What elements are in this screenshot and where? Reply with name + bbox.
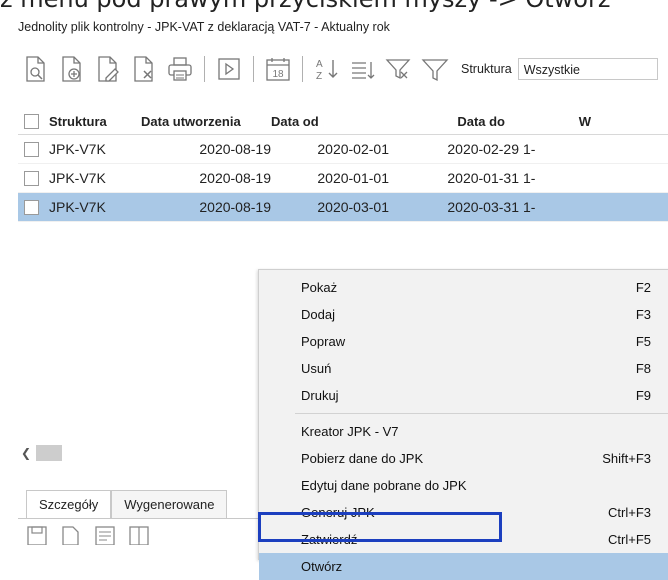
add-doc-icon[interactable] [54, 52, 90, 86]
document-icon[interactable] [60, 525, 82, 545]
toolbar-separator [204, 56, 205, 82]
cell-created: 2020-08-19 [199, 199, 271, 215]
menu-item-shortcut: F2 [635, 280, 651, 295]
instruction-caption: z menu pod prawym przyciskiem myszy -> O… [0, 0, 668, 14]
menu-item-shortcut: F9 [635, 388, 651, 403]
cell-w: 1- [523, 199, 536, 215]
layout-icon[interactable] [128, 525, 150, 545]
structure-label: Struktura [461, 62, 512, 76]
menu-item-shortcut: Ctrl+F3 [608, 505, 651, 520]
menu-item-label: Dodaj [301, 307, 335, 322]
delete-doc-icon[interactable] [126, 52, 162, 86]
menu-item-delete[interactable]: Usuń F8 [259, 355, 668, 382]
structure-select[interactable]: Wszystkie [517, 58, 658, 80]
window-title: Jednolity plik kontrolny - JPK-VAT z dek… [18, 20, 390, 34]
menu-item-shortcut: Ctrl+F5 [608, 532, 651, 547]
menu-item-print[interactable]: Drukuj F9 [259, 382, 668, 409]
cell-to: 2020-02-29 [447, 141, 519, 157]
menu-item-label: Pokaż [301, 280, 338, 295]
cell-w: 1- [523, 170, 536, 186]
preview-doc-icon[interactable] [18, 52, 54, 86]
scroll-left-icon[interactable]: ❮ [18, 446, 34, 460]
menu-item-label: Popraw [301, 334, 346, 349]
toolbar: 18 AZ Struktura Wszystkie [18, 52, 668, 86]
toolbar-separator [253, 56, 254, 82]
menu-item-open[interactable]: Otwórz [259, 553, 668, 580]
play-icon[interactable] [211, 52, 247, 86]
menu-item-edit[interactable]: Popraw F5 [259, 328, 668, 355]
cell-created: 2020-08-19 [199, 141, 271, 157]
header-created[interactable]: Data utworzenia [141, 114, 271, 129]
cell-from: 2020-02-01 [317, 141, 389, 157]
sort-az-icon[interactable]: AZ [309, 52, 345, 86]
grid-header: Struktura Data utworzenia Data od Data d… [18, 108, 668, 135]
cell-structure: JPK-V7K [49, 199, 106, 215]
cell-w: 1- [523, 141, 536, 157]
menu-item-label: Kreator JPK - V7 [301, 424, 399, 439]
jpk-grid: Struktura Data utworzenia Data od Data d… [18, 108, 668, 222]
edit-doc-icon[interactable] [90, 52, 126, 86]
save-icon[interactable] [26, 525, 48, 545]
menu-item-shortcut: F5 [635, 334, 651, 349]
header-to[interactable]: Data do [331, 114, 531, 129]
header-structure[interactable]: Struktura [49, 114, 141, 129]
report-icon[interactable] [94, 525, 116, 545]
row-checkbox[interactable] [24, 170, 39, 186]
cell-to: 2020-03-31 [447, 199, 519, 215]
row-checkbox[interactable] [24, 141, 39, 157]
detail-tabs: Szczegóły Wygenerowane [26, 488, 228, 518]
table-row[interactable]: JPK-V7K 2020-08-19 2020-02-01 2020-02-29… [18, 135, 668, 164]
menu-item-edit-fetched-data[interactable]: Edytuj dane pobrane do JPK [259, 472, 668, 499]
tab-details[interactable]: Szczegóły [26, 490, 112, 518]
menu-separator [295, 413, 668, 414]
menu-item-fetch-data[interactable]: Pobierz dane do JPK Shift+F3 [259, 445, 668, 472]
filter-list-icon[interactable] [345, 52, 381, 86]
tab-generated[interactable]: Wygenerowane [111, 490, 228, 518]
table-row-selected[interactable]: JPK-V7K 2020-08-19 2020-03-01 2020-03-31… [18, 193, 668, 222]
menu-item-shortcut: F8 [635, 361, 651, 376]
annotation-highlight-box [258, 512, 502, 542]
menu-item-label: Usuń [301, 361, 332, 376]
menu-item-add[interactable]: Dodaj F3 [259, 301, 668, 328]
cell-structure: JPK-V7K [49, 170, 106, 186]
filter-clear-icon[interactable] [381, 52, 417, 86]
menu-item-label: Otwórz [301, 559, 343, 574]
cell-from: 2020-01-01 [317, 170, 389, 186]
menu-item-jpk-wizard[interactable]: Kreator JPK - V7 [259, 418, 668, 445]
filter-icon[interactable] [417, 52, 453, 86]
menu-item-shortcut: F3 [635, 307, 651, 322]
menu-item-show[interactable]: Pokaż F2 [259, 274, 668, 301]
svg-text:A: A [316, 59, 323, 70]
horizontal-scrollbar[interactable]: ❮ [18, 444, 268, 462]
tab-panel-divider [18, 518, 268, 519]
row-checkbox[interactable] [24, 199, 39, 215]
menu-item-label: Drukuj [301, 388, 339, 403]
scrollbar-thumb[interactable] [36, 445, 62, 461]
menu-item-label: Pobierz dane do JPK [301, 451, 424, 466]
select-all-checkbox[interactable] [24, 113, 39, 129]
print-icon[interactable] [162, 52, 198, 86]
header-w[interactable]: W [531, 114, 591, 129]
calendar-icon[interactable]: 18 [260, 52, 296, 86]
header-from[interactable]: Data od [271, 114, 331, 129]
toolbar-separator [302, 56, 303, 82]
cell-structure: JPK-V7K [49, 141, 106, 157]
svg-text:Z: Z [316, 71, 322, 82]
cell-from: 2020-03-01 [317, 199, 389, 215]
calendar-day: 18 [272, 69, 284, 80]
cell-to: 2020-01-31 [447, 170, 519, 186]
table-row[interactable]: JPK-V7K 2020-08-19 2020-01-01 2020-01-31… [18, 164, 668, 193]
menu-item-label: Edytuj dane pobrane do JPK [301, 478, 467, 493]
cell-created: 2020-08-19 [199, 170, 271, 186]
menu-item-shortcut: Shift+F3 [602, 451, 651, 466]
